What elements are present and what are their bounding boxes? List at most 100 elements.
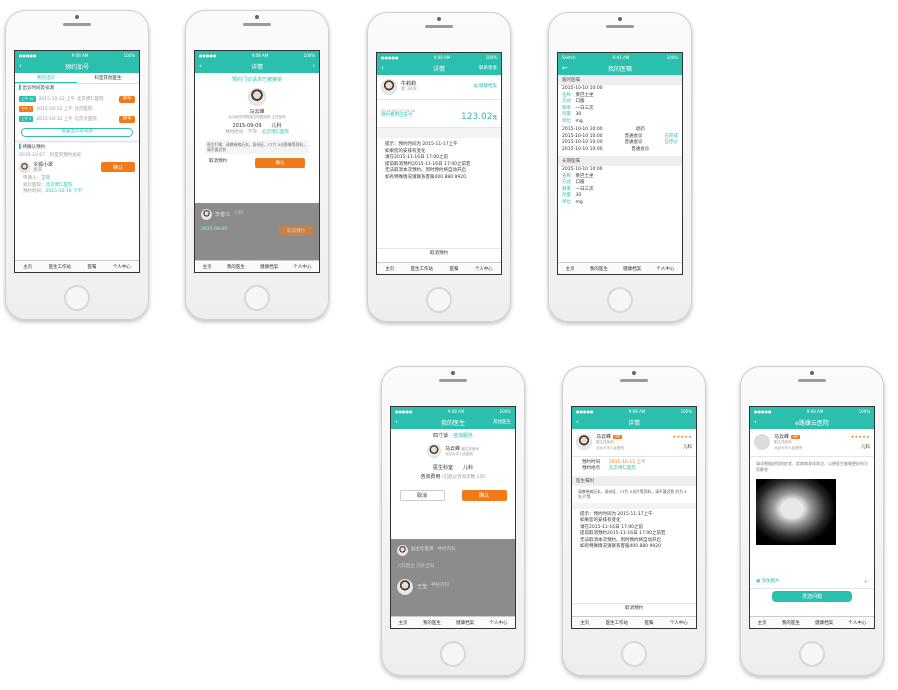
tab-home[interactable]: 主页 bbox=[580, 620, 589, 626]
tab-workstation[interactable]: 医生工作站 bbox=[606, 620, 629, 626]
tab-my-doctor[interactable]: 我的医生 bbox=[782, 620, 800, 626]
tab-my-doctor[interactable]: 我的医生 bbox=[590, 266, 608, 272]
tab-me[interactable]: 个人中心 bbox=[848, 620, 866, 626]
back-icon[interactable]: ‹ bbox=[576, 418, 579, 426]
ok-button[interactable]: 确认 bbox=[255, 157, 305, 168]
slot-tag: 上午 10 bbox=[19, 95, 36, 103]
back-icon[interactable]: ‹ bbox=[19, 62, 22, 70]
bg-date: 2015-09-09 bbox=[201, 227, 228, 233]
tab-home[interactable]: 主页 bbox=[203, 264, 212, 270]
tab-records[interactable]: 健康档案 bbox=[815, 620, 833, 626]
tab-home[interactable]: 主页 bbox=[385, 266, 394, 272]
home-button[interactable] bbox=[244, 285, 270, 311]
send-question-button[interactable]: 发送问题 bbox=[772, 591, 852, 602]
tab-my-doctor[interactable]: 我的医生 bbox=[227, 264, 245, 270]
back-icon[interactable]: ‹ bbox=[199, 62, 202, 70]
cancel-button[interactable]: 取消 bbox=[399, 489, 445, 501]
patient-sub: 女 34岁 bbox=[401, 87, 418, 93]
nav-bar: ← 我的医嘱 bbox=[558, 61, 682, 75]
contact-patient-link[interactable]: 联系患者 bbox=[479, 65, 497, 71]
tab-home[interactable]: 主页 bbox=[758, 620, 767, 626]
tab-workstation[interactable]: 医生工作站 bbox=[49, 264, 72, 270]
tab-me[interactable]: 个人中心 bbox=[656, 266, 674, 272]
doctor-name: 马云峰 bbox=[249, 109, 265, 115]
tab-advice[interactable]: 医嘱 bbox=[87, 264, 96, 270]
camera bbox=[255, 15, 259, 19]
page-title: 详情 bbox=[627, 419, 640, 427]
setting-button[interactable]: 设置出诊及号源 bbox=[21, 127, 133, 137]
tip-line: 如有特殊情况请联系客服400 880 9920 bbox=[580, 544, 661, 549]
tab-bar: 主页 我的医生 健康档案 个人中心 bbox=[391, 616, 515, 628]
home-button[interactable] bbox=[426, 287, 452, 313]
status-time: 9:08 AM bbox=[71, 52, 89, 58]
payment-amount: 123.02 bbox=[461, 112, 493, 122]
health-records-link[interactable]: ▤ 健康档案 bbox=[473, 84, 497, 91]
pending-details: 申请人：王哥 就诊医院：北京博仁医院 预约时间：2015-10-16 下午 bbox=[23, 176, 83, 194]
doctor-badge: 副主任医师 bbox=[461, 447, 480, 451]
tab-me[interactable]: 个人中心 bbox=[293, 264, 311, 270]
back-icon[interactable]: ← bbox=[562, 64, 568, 72]
home-button[interactable] bbox=[64, 285, 90, 311]
appt-info: 预约时间 2015-10-15 上午 预约地点 北京博仁医院 bbox=[582, 459, 646, 472]
tab-records[interactable]: 健康档案 bbox=[456, 620, 474, 626]
tab-advice[interactable]: 医嘱 bbox=[449, 266, 458, 272]
tab-home[interactable]: 主页 bbox=[566, 266, 575, 272]
tab-me[interactable]: 个人中心 bbox=[113, 264, 131, 270]
bg-section: 儿科医生 内外全科 bbox=[397, 564, 435, 569]
other-doctors-link[interactable]: 其他医生 bbox=[493, 419, 511, 425]
ok-button[interactable]: 确认 bbox=[461, 489, 507, 501]
home-button[interactable] bbox=[799, 641, 825, 667]
add-slot-button[interactable]: 加号 bbox=[119, 116, 135, 123]
fee-row: 咨询费用 (已超过咨询次数 1次) bbox=[420, 474, 486, 480]
tab-other-doctors[interactable]: 科室其他医生 bbox=[77, 73, 139, 83]
cancel-appointment-button[interactable]: 取消预约 bbox=[209, 159, 227, 166]
tab-home[interactable]: 主页 bbox=[23, 264, 32, 270]
doctor-note: 医生叮嘱：请携带病历本，身份证，CT片 X光影像等资料，请不要迟到 bbox=[205, 139, 309, 154]
status-bar: ●●●●● 9:08 AM 100% bbox=[15, 51, 139, 59]
tab-records[interactable]: 健康档案 bbox=[623, 266, 641, 272]
back-icon[interactable]: ‹ bbox=[754, 418, 757, 426]
tab-advice[interactable]: 医嘱 bbox=[644, 620, 653, 626]
speaker bbox=[620, 379, 648, 382]
page-title: e路康云医院 bbox=[795, 419, 829, 427]
tab-my-doctor[interactable]: 我的医生 bbox=[423, 620, 441, 626]
tab-me[interactable]: 个人中心 bbox=[475, 266, 493, 272]
home-button[interactable] bbox=[621, 641, 647, 667]
doctor-avatar bbox=[397, 578, 413, 595]
background-row: 2015-09-09 取消预约 bbox=[195, 226, 319, 235]
question-textarea[interactable]: 请详细描述您的症状、疾病和身体状况，以便医生能够更好的为您解答 bbox=[750, 457, 874, 477]
speaker bbox=[439, 379, 467, 382]
phone-frame: ●●●●● 9:08 AM 100% ‹ 详情 联系患者 牛莉莉女 34岁 ▤ 健康档案… bbox=[367, 12, 511, 322]
patient-avatar bbox=[19, 161, 30, 173]
patient-card: 牛莉莉女 34岁 ▤ 健康档案 bbox=[377, 75, 501, 100]
cancel-appointment-button[interactable]: 取消预约 bbox=[572, 603, 696, 614]
status-bar: ●●●●● 9:08 AM 100% bbox=[750, 407, 874, 415]
doctor-avatar bbox=[397, 545, 408, 556]
tab-mine[interactable]: 我的出诊 bbox=[15, 73, 77, 83]
modal-actions: 取消预约 确认 bbox=[195, 157, 319, 168]
tab-me[interactable]: 个人中心 bbox=[489, 620, 507, 626]
patient-avatar bbox=[381, 79, 397, 95]
status-bar: ●●●●● 9:08 AM 100% bbox=[377, 53, 501, 61]
pending-item[interactable]: 令狐小翠 患病 确认 bbox=[15, 160, 139, 176]
home-button[interactable] bbox=[607, 287, 633, 313]
search-icon[interactable]: ⌕ bbox=[312, 63, 315, 69]
back-icon[interactable]: ‹ bbox=[395, 418, 398, 426]
tab-me[interactable]: 个人中心 bbox=[670, 620, 688, 626]
screen-cloud-hospital: ●●●●● 9:08 AM 100% ‹ e路康云医院 马云峰 VIP ★★★★★ 副主… bbox=[749, 406, 875, 629]
back-icon[interactable]: ‹ bbox=[381, 64, 384, 72]
add-image-row[interactable]: ▣ 添加图片 + bbox=[750, 577, 874, 589]
temp-advice: 2015-10-10 10:00 名称 莱巴土坐 方式 口服 频率 一日三次 剂… bbox=[562, 86, 603, 124]
tab-records[interactable]: 健康档案 bbox=[260, 264, 278, 270]
screen-detail-doctor: ●●●●● 9:08 AM 100% ‹ 详情 马云峰 VIP ★★★★★ 副主任医师 … bbox=[571, 406, 697, 629]
home-button[interactable] bbox=[440, 641, 466, 667]
status-bar: ●●●●● 9:08 AM 100% bbox=[195, 51, 319, 59]
cancel-appointment-button[interactable]: 取消预约 bbox=[377, 248, 501, 260]
tab-workstation[interactable]: 医生工作站 bbox=[411, 266, 434, 272]
slot-text: 2015-10-12 上午 北京博仁医院 bbox=[38, 96, 104, 102]
add-slot-button[interactable]: 加号 bbox=[119, 96, 135, 103]
camera bbox=[810, 371, 814, 375]
confirm-button[interactable]: 确认 bbox=[101, 162, 135, 173]
tab-home[interactable]: 主页 bbox=[399, 620, 408, 626]
plus-icon[interactable]: + bbox=[864, 579, 868, 585]
